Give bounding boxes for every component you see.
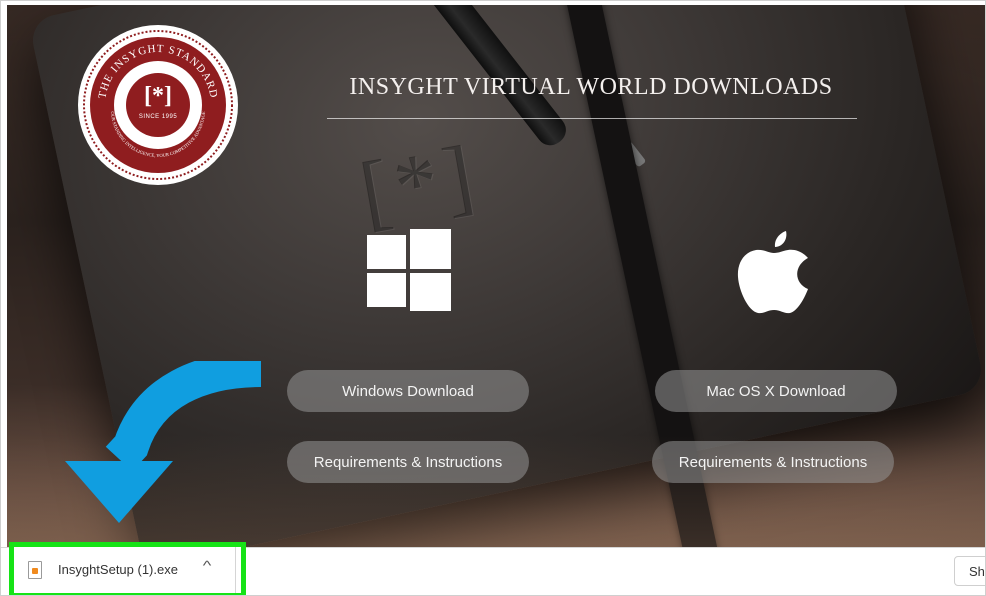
mac-requirements-button[interactable]: Requirements & Instructions [652, 441, 894, 483]
insyght-seal-logo[interactable]: THE INSYGHT STANDARD OUR STANDING INTELL… [81, 28, 235, 182]
title-divider [327, 118, 857, 119]
chevron-up-icon[interactable]: ^ [203, 558, 212, 573]
apple-logo-icon [737, 231, 808, 314]
download-item-highlight[interactable]: InsyghtSetup (1).exe ^ [9, 542, 246, 595]
download-file-name[interactable]: InsyghtSetup (1).exe [58, 562, 178, 577]
seal-center: [*] SINCE 1995 [126, 73, 190, 137]
show-all-button[interactable]: Sho [954, 556, 985, 586]
windows-logo-icon [367, 229, 451, 311]
windows-download-button[interactable]: Windows Download [287, 370, 529, 412]
page-title: INSYGHT VIRTUAL WORLD DOWNLOADS [349, 74, 833, 100]
curved-arrow-icon [65, 361, 262, 523]
windows-requirements-button[interactable]: Requirements & Instructions [287, 441, 529, 483]
download-item[interactable]: InsyghtSetup (1).exe ^ [14, 547, 236, 593]
exe-file-icon [28, 561, 42, 579]
seal-since: SINCE 1995 [138, 114, 178, 120]
mac-download-button[interactable]: Mac OS X Download [655, 370, 897, 412]
seal-mark: [*] [144, 83, 172, 109]
browser-viewport: [*] THE INSYGHT STANDARD OUR STANDING IN… [0, 0, 986, 596]
